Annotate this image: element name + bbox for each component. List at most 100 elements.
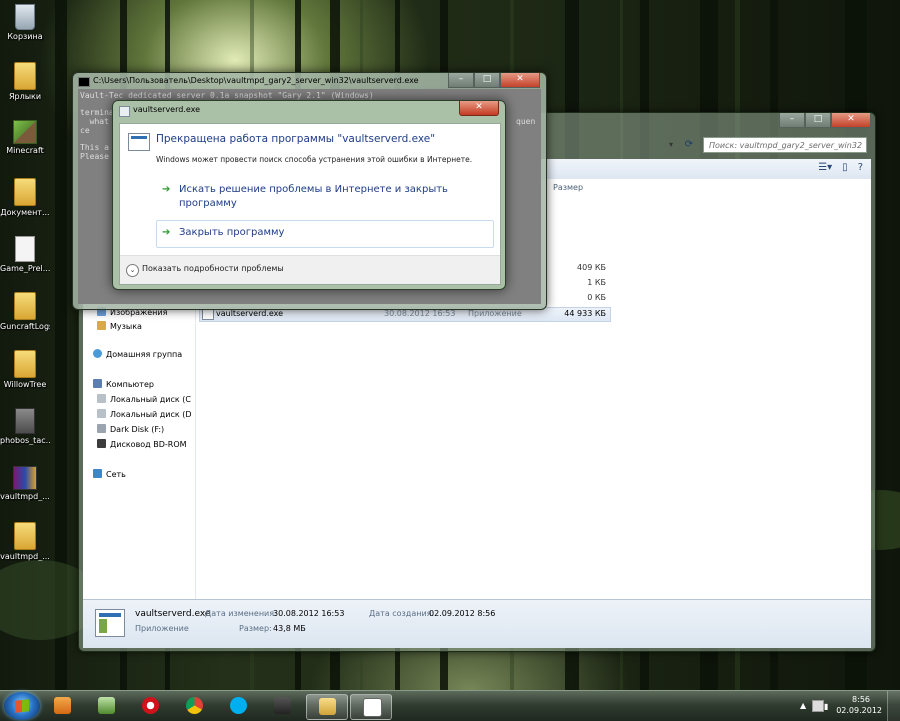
help-icon[interactable]: ? [858,162,863,173]
winrar-archive-icon [13,466,37,490]
console-line: termina [80,108,114,117]
minimize-button[interactable]: – [779,113,805,128]
nav-item-music[interactable]: Музыка [97,321,142,333]
column-header-size[interactable]: Размер [553,183,583,192]
file-type: Приложение [468,309,522,318]
minecraft-icon [13,120,37,144]
console-caption-buttons: – □ ✕ [448,73,540,89]
chrome-icon [186,697,203,714]
system-tray: ▲ ▮ 8:56 02.09.2012 [796,691,900,721]
console-line-fragment: quen [516,117,536,126]
homegroup-icon [93,349,102,358]
dialog-subtext: Windows может провести поиск способа уст… [156,155,473,164]
close-button[interactable]: ✕ [500,73,540,88]
desktop-icon-vaultmpd-archive[interactable]: vaultmpd_... [0,466,50,501]
file-name: vaultserverd.exe [216,309,284,318]
network-tray-icon[interactable]: ▮ [824,702,828,711]
removable-drive-icon [97,424,106,433]
desktop-icon-label: vaultmpd_... [0,492,50,501]
nav-item-local-disk-c[interactable]: Локальный диск (C [97,394,191,406]
optical-drive-icon [97,439,106,448]
details-pane: vaultserverd.exe Приложение Дата изменен… [83,599,871,648]
chevron-down-icon[interactable]: ⌄ [126,264,139,277]
console-title: C:\Users\Пользователь\Desktop\vaultmpd_g… [93,76,419,85]
dialog-close-button[interactable]: ✕ [459,101,499,116]
desktop-icon-shortcuts-folder[interactable]: Ярлыки [0,62,50,101]
view-options-icon[interactable]: ☰▾ [818,162,832,173]
folder-icon [14,62,36,90]
task-manager-icon [98,697,115,714]
desktop-icon-label: Game_Prel... [0,264,50,273]
details-size-value: 43,8 МБ [273,624,306,633]
desktop-icon-label: Корзина [7,32,43,41]
taskbar-opera[interactable] [130,694,170,718]
folder-icon [14,350,36,378]
show-hidden-icons-icon[interactable]: ▲ [800,701,806,710]
console-line: This a [80,143,109,152]
desktop-icon-label: GuncraftLogs [0,322,50,331]
console-line: Please [80,152,109,161]
clock-date[interactable]: 02.09.2012 [836,706,882,715]
console-line: what [80,117,109,126]
nav-item-bd-rom[interactable]: Дисковод BD-ROM [97,439,187,451]
hard-drive-icon [97,409,106,418]
details-modified-value: 30.08.2012 16:53 [273,609,345,618]
desktop-icon-guncraftlogs[interactable]: GuncraftLogs [0,292,50,331]
console-icon [78,77,90,87]
desktop-icon-game-prel[interactable]: Game_Prel... [0,236,50,273]
console-app-icon [363,698,382,717]
console-line: ce [80,126,90,135]
maximize-button[interactable]: □ [474,73,500,88]
explorer-folder-icon [319,698,336,715]
nav-item-homegroup[interactable]: Домашняя группа [93,349,182,361]
details-created-value: 02.09.2012 8:56 [429,609,496,618]
details-file-name: vaultserverd.exe [135,609,211,619]
desktop-icon-recycle-bin[interactable]: Корзина [0,4,50,41]
show-details-toggle[interactable]: Показать подробности проблемы [142,264,284,273]
green-arrow-icon: ➔ [162,227,171,238]
taskbar-vaultserverd[interactable] [350,694,392,720]
program-icon [128,133,150,151]
taskbar-game[interactable] [262,694,302,718]
details-file-type: Приложение [135,624,189,633]
file-thumbnail-icon [95,609,125,637]
desktop-icon-documents[interactable]: Документ... [0,178,50,217]
taskbar-chrome[interactable] [174,694,214,718]
minimize-button[interactable]: – [448,73,474,88]
desktop-icon-label: phobos_tac... [0,436,50,445]
folder-icon [14,522,36,550]
show-desktop-button[interactable] [887,691,900,721]
nav-item-local-disk-d[interactable]: Локальный диск (D [97,409,192,421]
desktop-icon-label: WillowTree [3,380,47,389]
clock-time[interactable]: 8:56 [852,695,870,704]
music-library-icon [97,321,106,330]
details-created-label: Дата создания: [369,609,435,618]
maximize-button[interactable]: □ [805,113,831,128]
taskbar-skype[interactable] [218,694,258,718]
desktop-icon-willowtree[interactable]: WillowTree [0,350,50,389]
nav-item-computer[interactable]: Компьютер [93,379,154,391]
close-button[interactable]: ✕ [831,113,871,128]
document-icon [15,408,35,434]
nav-item-network[interactable]: Сеть [93,469,126,481]
explorer-caption-buttons: – □ ✕ [779,113,871,129]
refresh-icon[interactable]: ⟳ [681,137,697,153]
file-size: 44 933 КБ [564,309,606,318]
taskbar-task-manager[interactable] [86,694,126,718]
close-program-button[interactable]: ➔ Закрыть программу [156,220,494,248]
nav-item-dark-disk[interactable]: Dark Disk (F:) [97,424,164,436]
preview-pane-icon[interactable]: ▯ [842,162,848,173]
desktop-icon-vaultmpd-folder[interactable]: vaultmpd_... [0,522,50,561]
taskbar-explorer[interactable] [306,694,348,720]
command-link-label: Закрыть программу [179,227,285,238]
desktop-icon-phobos-tac[interactable]: phobos_tac... [0,408,50,445]
action-center-flag-icon[interactable] [812,700,824,712]
hard-drive-icon [97,394,106,403]
search-input[interactable]: Поиск: vaultmpd_gary2_server_win32 [703,137,867,153]
search-online-and-close-button[interactable]: ➔ Искать решение проблемы в Интернете и … [156,180,494,216]
desktop-icon-label: vaultmpd_... [0,552,50,561]
error-dialog[interactable]: vaultserverd.exe ✕ Прекращена работа про… [112,100,506,290]
desktop-icon-minecraft[interactable]: Minecraft [0,120,50,155]
taskbar-media-player[interactable] [42,694,82,718]
start-button[interactable] [4,692,40,720]
